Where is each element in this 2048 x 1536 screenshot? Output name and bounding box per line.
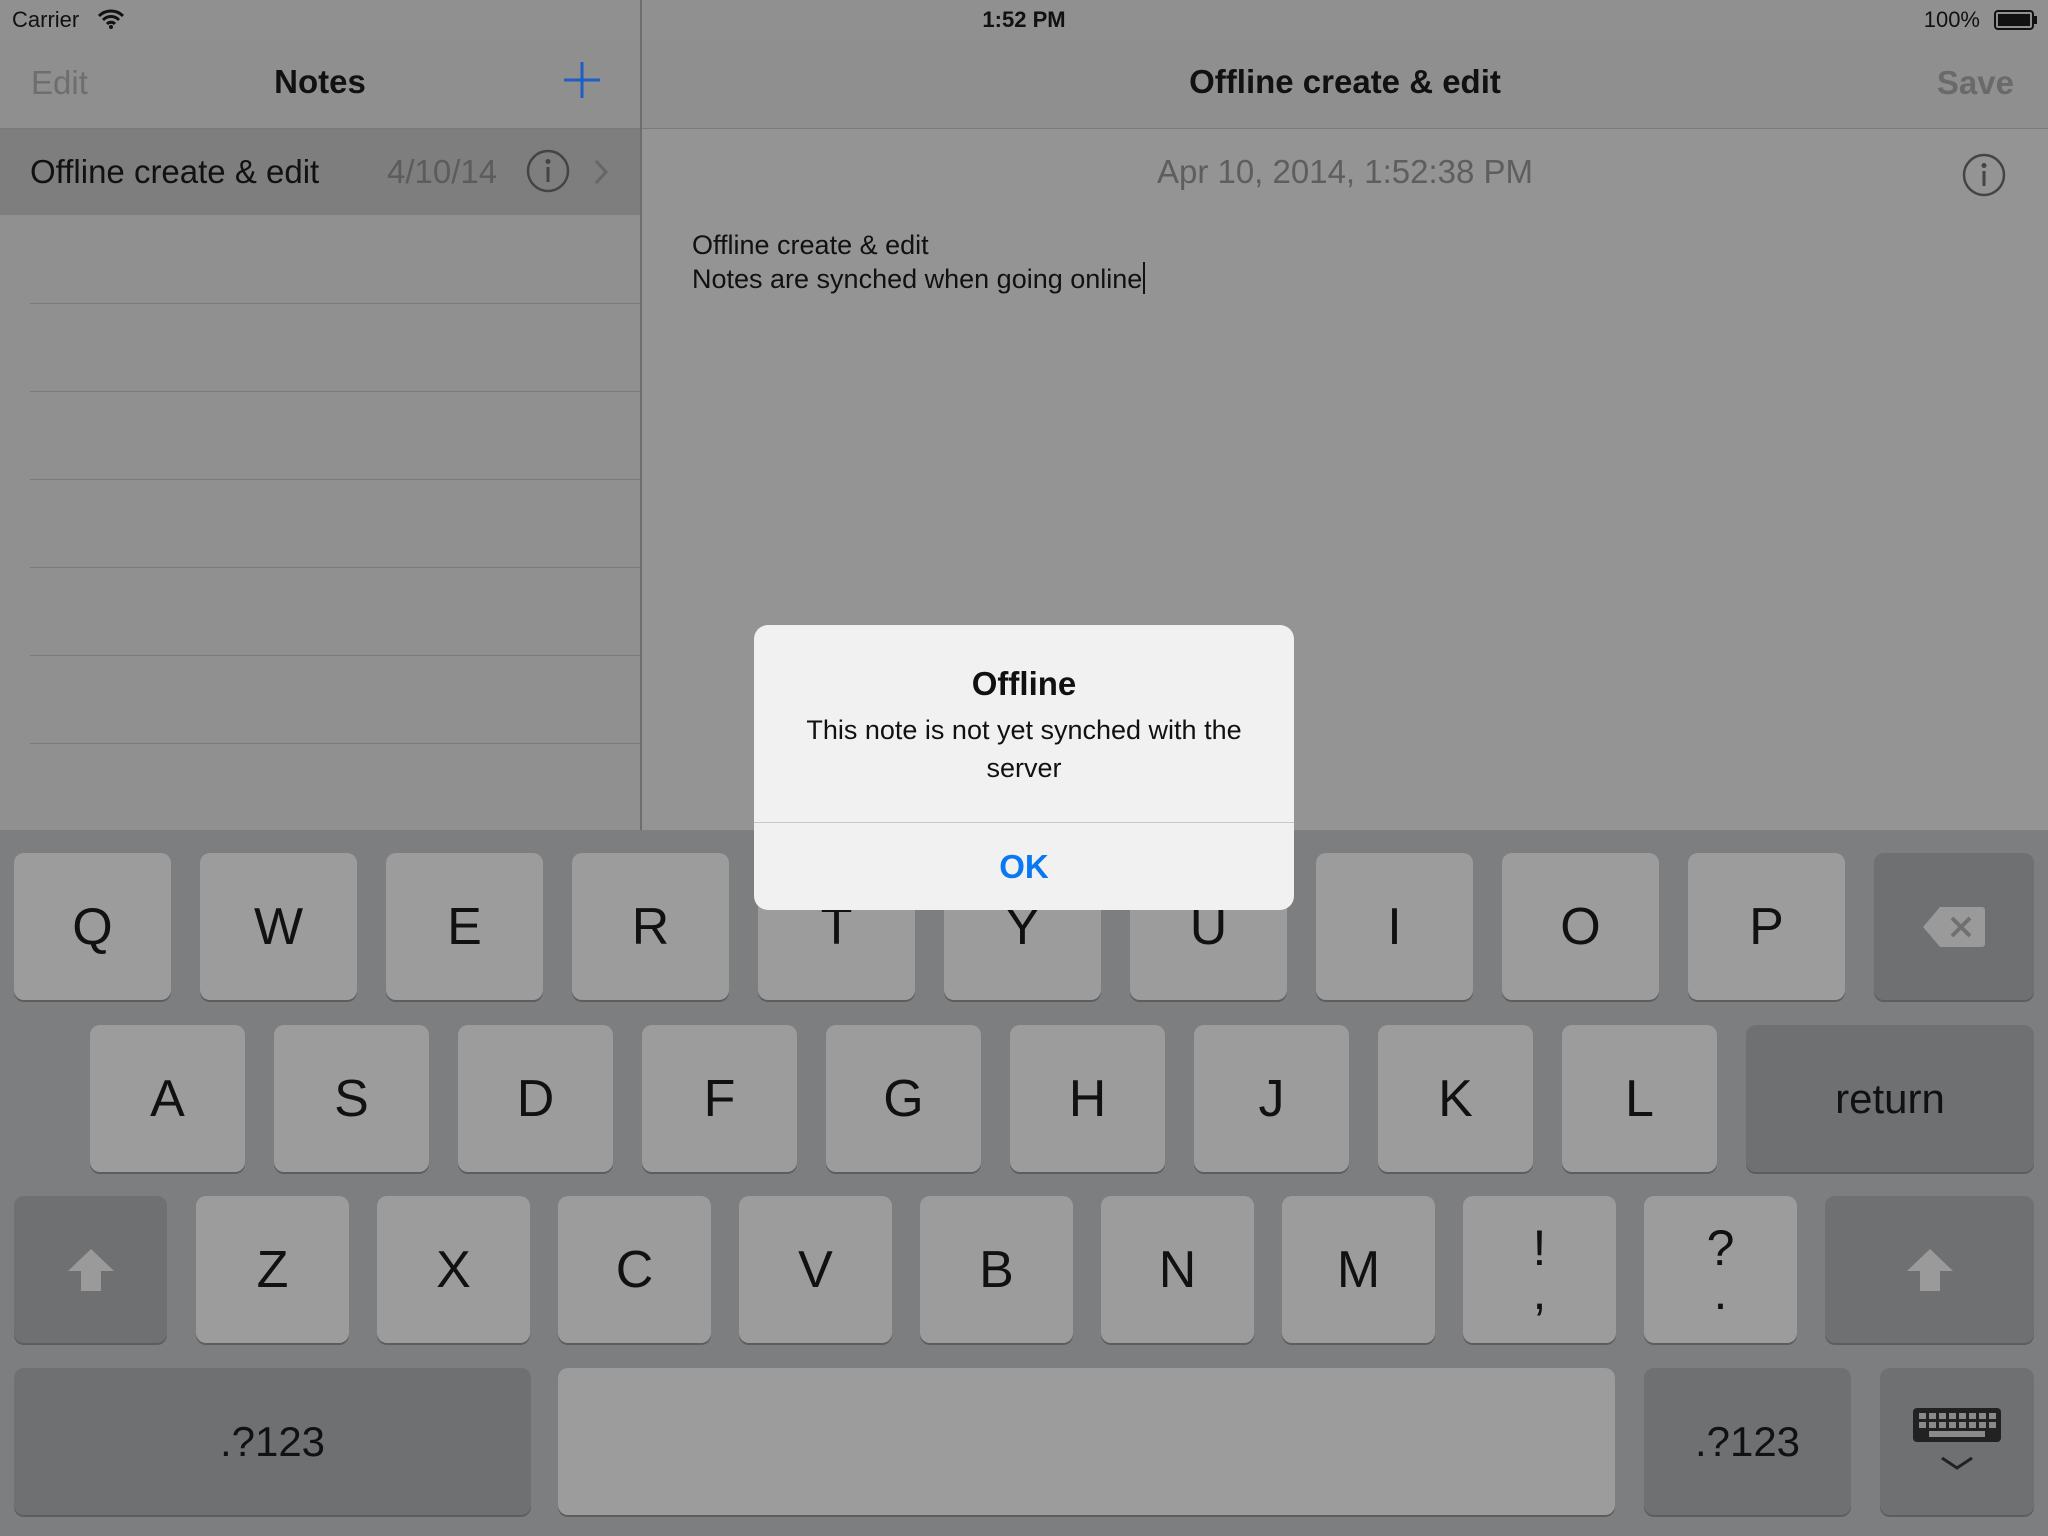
list-separator — [30, 391, 640, 392]
alert-ok-button[interactable]: OK — [754, 823, 1294, 910]
shift-icon — [67, 1248, 114, 1291]
text-caret — [1143, 262, 1146, 294]
key-m[interactable]: M — [1282, 1196, 1435, 1343]
save-button[interactable]: Save — [1937, 64, 2014, 102]
key-w[interactable]: W — [200, 853, 357, 1000]
notes-navbar: Edit Notes — [0, 40, 640, 129]
space-key[interactable] — [558, 1368, 1615, 1515]
delete-key[interactable] — [1874, 853, 2034, 1000]
key-k[interactable]: K — [1378, 1025, 1533, 1172]
list-separator — [30, 743, 640, 744]
note-text-editor[interactable]: Offline create & edit Notes are synched … — [692, 228, 1146, 296]
list-separator — [30, 303, 640, 304]
plus-icon[interactable] — [558, 56, 606, 104]
key-bottom-char: . — [1713, 1263, 1728, 1320]
alert-title: Offline — [971, 665, 1077, 702]
clock: 1:52 PM — [982, 7, 1066, 32]
shift-icon — [1906, 1248, 1953, 1291]
shift-key-right[interactable] — [1825, 1196, 2034, 1343]
key-h[interactable]: H — [1010, 1025, 1165, 1172]
key-r[interactable]: R — [572, 853, 729, 1000]
alert-message: This note is not yet synched with the se… — [806, 715, 1242, 783]
backspace-icon — [1923, 906, 1985, 947]
key-g[interactable]: G — [826, 1025, 981, 1172]
note-row-title: Offline create & edit — [30, 153, 320, 190]
keyboard-dismiss-icon — [1913, 1407, 2001, 1470]
key-f[interactable]: F — [642, 1025, 797, 1172]
key-top-char: ! — [1532, 1219, 1547, 1276]
list-separator — [30, 567, 640, 568]
note-row-selected[interactable]: Offline create & edit 4/10/14 — [0, 129, 640, 215]
list-separator — [30, 655, 640, 656]
key-top-char: ? — [1706, 1219, 1735, 1276]
detail-navbar: Offline create & edit Save — [642, 40, 2048, 129]
key-d[interactable]: D — [458, 1025, 613, 1172]
note-body-line: Notes are synched when going online — [692, 264, 1143, 294]
key-o[interactable]: O — [1502, 853, 1659, 1000]
key-b[interactable]: B — [920, 1196, 1073, 1343]
numbers-key-right[interactable]: .?123 — [1644, 1368, 1851, 1515]
key-question-period[interactable]: ?. — [1644, 1196, 1797, 1343]
key-l[interactable]: L — [1562, 1025, 1717, 1172]
detail-title: Offline create & edit — [1189, 63, 1501, 100]
note-body-line: Offline create & edit — [692, 230, 929, 260]
key-j[interactable]: J — [1194, 1025, 1349, 1172]
key-q[interactable]: Q — [14, 853, 171, 1000]
numbers-key-left[interactable]: .?123 — [14, 1368, 531, 1515]
key-bottom-char: , — [1532, 1263, 1547, 1320]
key-exclaim-comma[interactable]: !, — [1463, 1196, 1616, 1343]
key-c[interactable]: C — [558, 1196, 711, 1343]
shift-key-left[interactable] — [14, 1196, 167, 1343]
key-v[interactable]: V — [739, 1196, 892, 1343]
battery-percent: 100% — [1923, 7, 1980, 32]
notes-title: Notes — [274, 63, 366, 100]
note-timestamp: Apr 10, 2014, 1:52:38 PM — [1156, 153, 1534, 190]
key-x[interactable]: X — [377, 1196, 530, 1343]
dismiss-keyboard-key[interactable] — [1880, 1368, 2034, 1515]
info-icon[interactable] — [1962, 153, 2006, 197]
return-key[interactable]: return — [1746, 1025, 2034, 1172]
key-s[interactable]: S — [274, 1025, 429, 1172]
key-p[interactable]: P — [1688, 853, 1845, 1000]
key-a[interactable]: A — [90, 1025, 245, 1172]
offline-alert: Offline This note is not yet synched wit… — [754, 625, 1294, 910]
note-row-date: 4/10/14 — [387, 153, 498, 190]
list-separator — [30, 479, 640, 480]
battery-icon — [1994, 10, 2037, 30]
keyboard: Q W E R T Y U I O P A S D F G H J K L re… — [0, 830, 2048, 1536]
chevron-right-icon — [594, 159, 609, 185]
info-icon[interactable] — [526, 149, 570, 193]
status-bar: Carrier 1:52 PM 100% — [0, 0, 2048, 40]
key-z[interactable]: Z — [196, 1196, 349, 1343]
key-e[interactable]: E — [386, 853, 543, 1000]
key-i[interactable]: I — [1316, 853, 1473, 1000]
key-n[interactable]: N — [1101, 1196, 1254, 1343]
